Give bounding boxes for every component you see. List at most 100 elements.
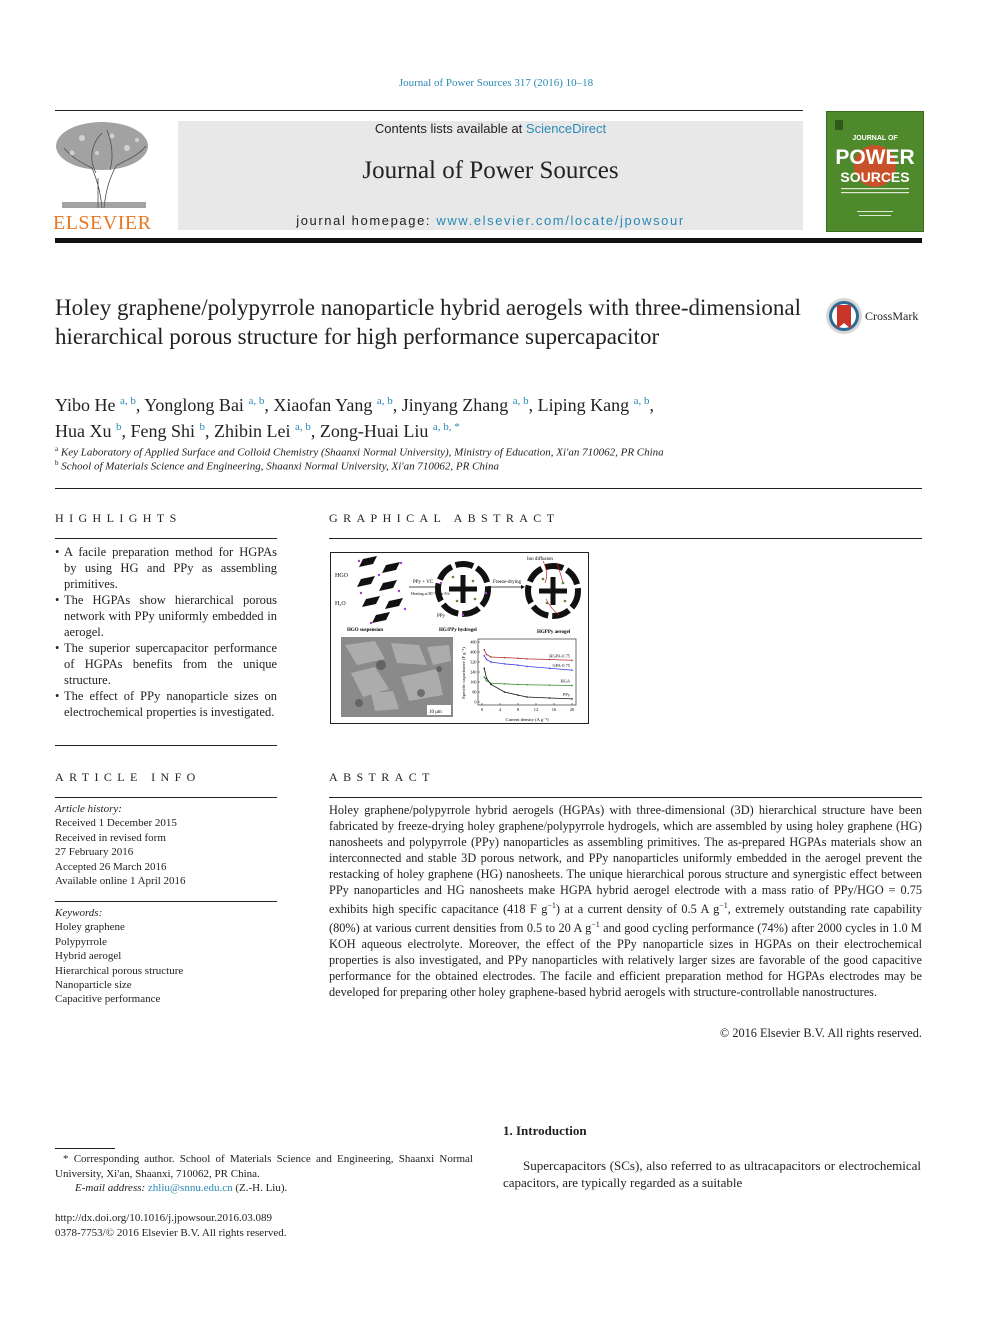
chart-data-point — [485, 677, 488, 680]
chart-data-point — [526, 665, 528, 668]
history-item: Accepted 26 March 2016 — [55, 860, 167, 873]
chart-ytick-label: 320 — [470, 660, 476, 665]
chart-ylabel: Specific capacitance (F g⁻¹) — [461, 647, 466, 699]
affiliation-a: a Key Laboratory of Applied Surface and … — [55, 445, 664, 459]
keywords-list: Keywords: Holey graphene Polypyrrole Hyb… — [55, 906, 277, 1007]
sciencedirect-link[interactable]: ScienceDirect — [526, 121, 606, 136]
crossmark-label[interactable]: CrossMark — [865, 309, 918, 324]
highlights-bottom-rule — [55, 745, 277, 746]
email-label: E-mail address: — [75, 1182, 148, 1194]
highlights-list: A facile preparation method for HGPAs by… — [55, 544, 277, 720]
chart-xtick-label: 20 — [570, 707, 575, 712]
chart-data-point — [526, 683, 528, 686]
keyword: Polypyrrole — [55, 935, 107, 948]
highlights-heading: HIGHLIGHTS — [55, 511, 182, 525]
chart-data-point — [490, 661, 492, 663]
graphical-abstract-rule — [329, 538, 922, 539]
chart-data-point — [483, 667, 486, 670]
email-link[interactable]: zhliu@snnu.edu.cn — [148, 1182, 233, 1194]
keyword: Hybrid aerogel — [55, 950, 122, 963]
ga-step1-label: PPy + VC — [413, 580, 434, 585]
cover-line1: JOURNAL OF — [852, 135, 898, 142]
author[interactable]: Yonglong Bai a, b — [144, 395, 264, 415]
capacitance-chart: 0 4 8 12 16 20 0 80 160 240 320 400 480 HGPA-0.75 GP… — [461, 638, 577, 722]
sem-scale-label: 10 μm — [429, 710, 442, 715]
keyword: Holey graphene — [55, 921, 125, 934]
graphical-abstract-heading: GRAPHICAL ABSTRACT — [329, 511, 560, 525]
chart-data-point — [485, 679, 488, 682]
chart-ytick-label: 160 — [470, 680, 476, 685]
author[interactable]: Yibo He a, b — [55, 395, 136, 415]
chart-data-point — [548, 667, 551, 670]
keyword: Nanoparticle size — [55, 979, 132, 992]
article-history: Article history: Received 1 December 201… — [55, 802, 277, 888]
chart-data-point — [571, 659, 573, 662]
chart-data-point — [485, 658, 488, 661]
chart-plot-area — [477, 638, 577, 706]
history-item: 27 February 2016 — [55, 846, 134, 859]
chart-data-point — [517, 694, 519, 696]
footnote-rule — [55, 1148, 115, 1149]
section-rule — [55, 488, 922, 489]
graphical-abstract-figure[interactable]: HGO H₂O PPy + VC Heating at 80 °C for 8 … — [330, 552, 589, 724]
keyword: Capacitive performance — [55, 993, 161, 1006]
introduction-text: Supercapacitors (SCs), also referred to … — [503, 1158, 921, 1190]
highlight-item: A facile preparation method for HGPAs by… — [55, 544, 277, 592]
email-note: E-mail address: zhliu@snnu.edu.cn (Z.-H.… — [75, 1182, 288, 1194]
contents-line: Contents lists available at ScienceDirec… — [178, 121, 803, 136]
journal-title: Journal of Power Sources — [362, 157, 619, 184]
elsevier-wordmark: ELSEVIER — [53, 212, 152, 234]
crossmark-icon — [826, 298, 862, 334]
chart-ytick-label: 80 — [472, 690, 476, 695]
aerogel-network — [525, 560, 581, 619]
keyword: Hierarchical porous structure — [55, 964, 184, 977]
chart-data-point — [548, 658, 551, 661]
keywords-label: Keywords: — [55, 907, 103, 919]
ga-stage3-label: HGPPy aerogel — [537, 630, 571, 635]
chart-ytick-label: 400 — [470, 650, 476, 655]
header-rule — [55, 110, 803, 111]
homepage-prefix: journal homepage: — [296, 213, 437, 228]
journal-cover-thumbnail[interactable]: JOURNAL OF POWER SOURCES — [826, 111, 924, 232]
author[interactable]: Xiaofan Yang a, b — [273, 395, 392, 415]
author-list: Yibo He a, b, Yonglong Bai a, b, Xiaofan… — [55, 395, 654, 441]
abstract-text: Holey graphene/polypyrrole hybrid aeroge… — [329, 803, 922, 1000]
author[interactable]: Hua Xu b — [55, 421, 122, 441]
chart-xtick-label: 0 — [481, 707, 484, 712]
chart-data-point — [503, 691, 506, 693]
chart-data-point — [548, 697, 551, 699]
homepage-link[interactable]: www.elsevier.com/locate/jpowsour — [436, 213, 684, 228]
chart-legend-label: HGA — [560, 679, 570, 684]
chart-ytick-label: 480 — [470, 640, 476, 645]
ga-ppy-label: PPy — [437, 614, 446, 619]
history-label: Article history: — [55, 803, 122, 815]
ga-stage2-label: HG/PPy hydrogel — [439, 628, 477, 633]
chart-xtick-label: 12 — [534, 707, 538, 712]
journal-citation-link[interactable]: Journal of Power Sources 317 (2016) 10–1… — [0, 77, 992, 89]
chart-data-point — [483, 654, 486, 657]
chart-data-point — [485, 653, 488, 656]
abstract-rule — [329, 797, 922, 798]
chart-data-point — [517, 657, 519, 660]
author[interactable]: Zhibin Lei a, b — [214, 421, 311, 441]
chart-data-point — [571, 684, 573, 687]
ga-stage1-label: HGO suspension — [347, 628, 383, 633]
chart-data-point — [548, 684, 551, 686]
highlight-item: The HGPAs show hierarchical porous netwo… — [55, 592, 277, 640]
doi-link[interactable]: http://dx.doi.org/10.1016/j.jpowsour.201… — [55, 1211, 473, 1226]
author[interactable]: Jinyang Zhang a, b — [402, 395, 529, 415]
chart-data-point — [490, 683, 492, 686]
header-thick-rule — [55, 238, 922, 243]
author[interactable]: Feng Shi b — [131, 421, 206, 441]
chart-data-point — [503, 656, 506, 659]
chart-data-point — [517, 683, 519, 686]
issn-line: 0378-7753/© 2016 Elsevier B.V. All right… — [55, 1227, 287, 1239]
author[interactable]: Zong-Huai Liu a, b, * — [320, 421, 460, 441]
author[interactable]: Liping Kang a, b — [538, 395, 650, 415]
chart-legend-label: GPA-0.75 — [552, 663, 570, 668]
chart-legend-label: HGPA-0.75 — [549, 653, 571, 658]
article-info-rule — [55, 797, 277, 798]
abstract-heading: ABSTRACT — [329, 770, 435, 784]
chart-data-point — [483, 676, 486, 678]
chart-data-point — [526, 658, 528, 660]
